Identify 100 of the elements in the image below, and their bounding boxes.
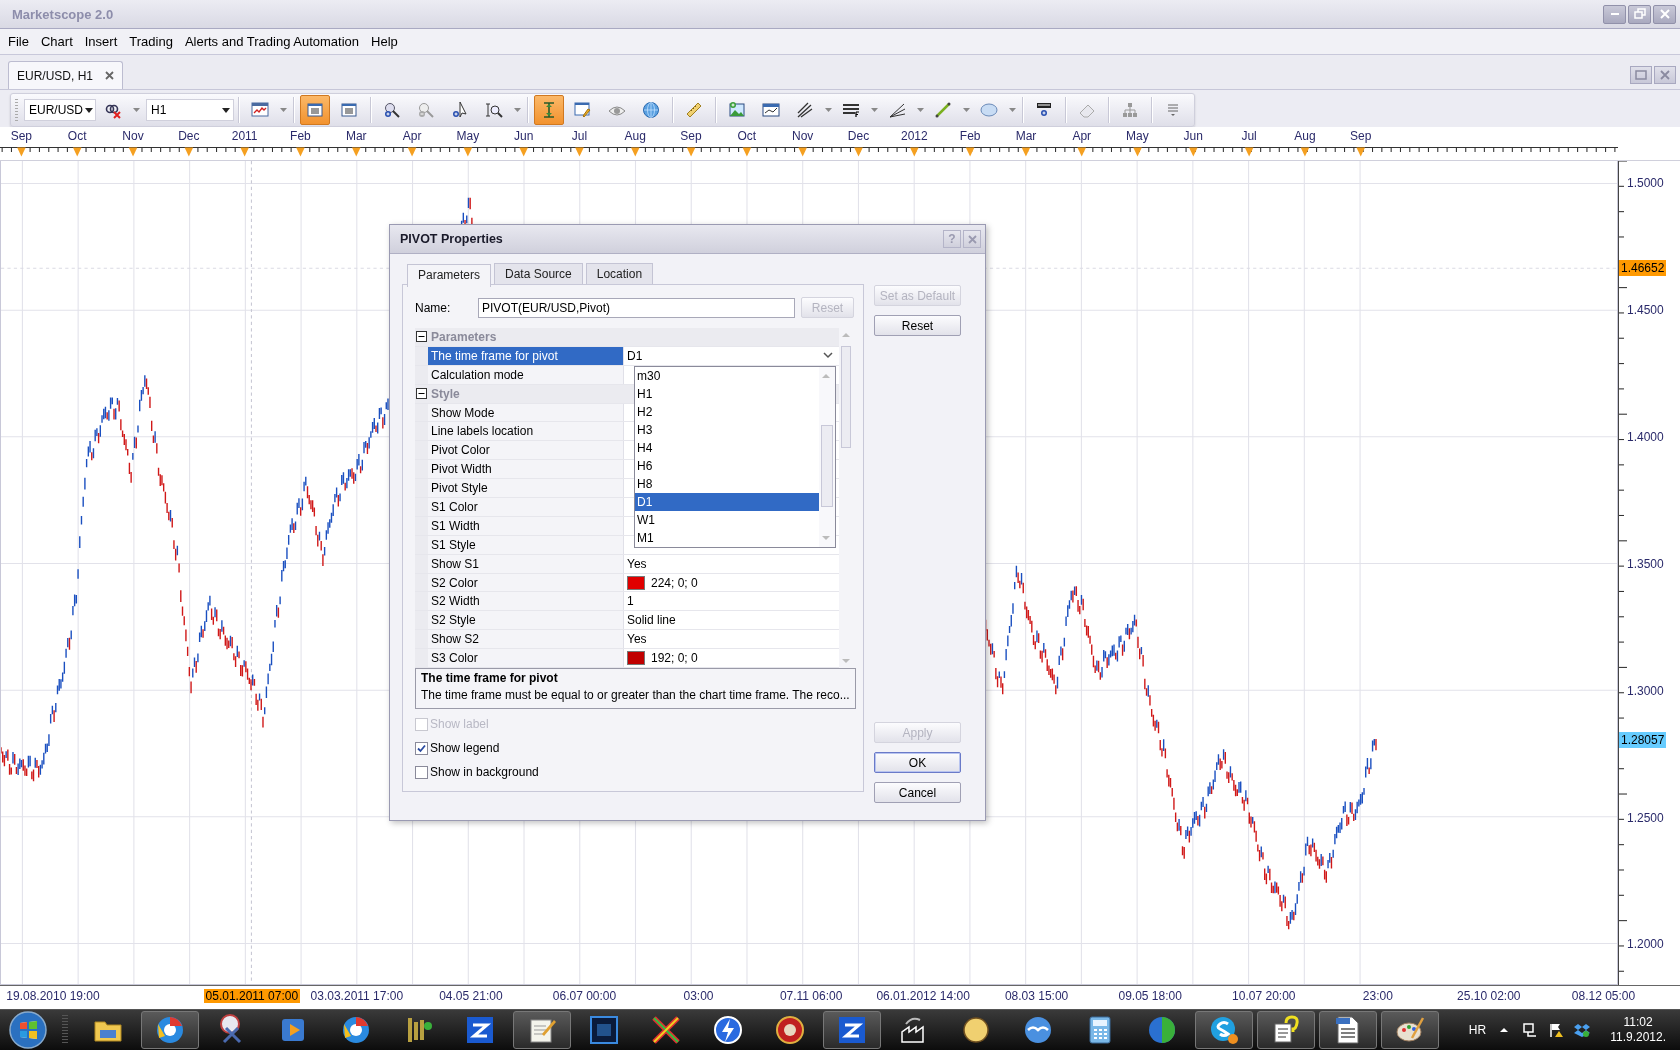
app-icon xyxy=(836,1014,868,1046)
notepad-taskbar-button[interactable] xyxy=(513,1011,571,1049)
dropdown-option[interactable]: H2 xyxy=(635,403,819,421)
language-indicator[interactable]: HR xyxy=(1468,1023,1487,1037)
property-label[interactable]: Pivot Style xyxy=(428,479,624,497)
dialog-button[interactable]: Cancel xyxy=(874,782,961,803)
property-value[interactable]: 1 xyxy=(627,594,634,609)
month-label: Jul xyxy=(571,129,588,143)
property-label[interactable]: Pivot Width xyxy=(428,460,624,479)
tab[interactable]: Location xyxy=(585,263,654,284)
palette-taskbar-button[interactable] xyxy=(1381,1011,1439,1049)
menu-item[interactable]: Alerts and Trading Automation xyxy=(178,32,366,51)
time-label: 06.01.2012 14:00 xyxy=(875,989,971,1003)
cursor-button[interactable] xyxy=(534,95,564,125)
dropdown-option[interactable]: H3 xyxy=(635,421,819,439)
ruler-icon xyxy=(685,101,703,119)
caret-icon xyxy=(132,108,140,112)
time-label: 03:00 xyxy=(682,989,715,1003)
month-label: Sep xyxy=(10,129,32,143)
menu-item[interactable]: Insert xyxy=(78,32,124,51)
window-icon xyxy=(762,101,780,119)
menu-item[interactable]: File xyxy=(2,32,35,51)
ellipse-icon xyxy=(980,101,998,119)
property-label[interactable]: Show S2 xyxy=(428,630,624,649)
dialog-button[interactable]: OK xyxy=(874,752,961,773)
seal-icon xyxy=(774,1014,806,1046)
fan-icon xyxy=(888,101,906,119)
close-button[interactable] xyxy=(1653,4,1676,24)
dropdown-option[interactable]: H8 xyxy=(635,475,819,493)
box-icon[interactable] xyxy=(1574,1022,1591,1038)
property-value[interactable]: D1 xyxy=(627,348,643,363)
close-icon[interactable] xyxy=(105,71,114,80)
dialog-title: PIVOT Properties xyxy=(400,232,504,246)
chat-icon xyxy=(1208,1014,1240,1046)
dropdown-option[interactable]: M1 xyxy=(635,529,819,547)
app-taskbar-button[interactable] xyxy=(823,1011,881,1049)
dropdown-option[interactable]: D1 xyxy=(635,493,819,511)
property-label[interactable]: Pivot Color xyxy=(428,441,624,460)
maximize-icon xyxy=(1634,69,1648,81)
property-value[interactable]: 224; 0; 0 xyxy=(651,575,698,590)
description-title: The time frame for pivot xyxy=(421,671,559,685)
property-value[interactable]: Yes xyxy=(627,556,647,571)
dropdown-option[interactable]: H4 xyxy=(635,439,819,457)
property-value[interactable]: Solid line xyxy=(627,613,676,628)
name-field[interactable]: PIVOT(EUR/USD,Pivot) xyxy=(478,297,795,318)
property-label[interactable]: Line labels location xyxy=(428,422,624,441)
month-label: Nov xyxy=(792,129,814,143)
fork-icon xyxy=(796,101,814,119)
minimize-icon xyxy=(1610,13,1619,15)
menu-item[interactable]: Trading xyxy=(123,32,179,51)
checkbox[interactable] xyxy=(415,765,428,779)
flag-icon[interactable] xyxy=(1548,1022,1565,1038)
panel-button[interactable] xyxy=(300,95,330,125)
arrows-icon xyxy=(650,1014,682,1046)
property-label[interactable]: S3 Color xyxy=(428,649,624,668)
property-value[interactable]: Yes xyxy=(627,632,647,647)
dropdown-option[interactable]: H6 xyxy=(635,457,819,475)
tab[interactable]: Parameters xyxy=(407,264,492,287)
caret-icon xyxy=(962,108,970,112)
property-label[interactable]: S2 Width xyxy=(428,592,624,611)
collapse-icon[interactable] xyxy=(416,331,427,343)
minimize-button[interactable] xyxy=(1603,4,1626,24)
property-label[interactable]: S2 Style xyxy=(428,611,624,630)
menu-item[interactable]: Help xyxy=(365,32,404,51)
dropdown-option[interactable]: W1 xyxy=(635,511,819,529)
dropdown-option[interactable]: H1 xyxy=(635,385,819,403)
caret-icon[interactable] xyxy=(823,352,833,360)
category-label: Parameters xyxy=(431,329,497,344)
tab[interactable]: Data Source xyxy=(494,263,583,284)
property-label[interactable]: S1 Color xyxy=(428,498,624,516)
document-tab[interactable]: EUR/USD, H1 xyxy=(8,61,123,89)
chat-taskbar-button[interactable] xyxy=(1195,1011,1253,1049)
close-icon xyxy=(1659,69,1671,81)
zoom-out-icon xyxy=(417,101,435,119)
document-taskbar-button[interactable] xyxy=(1319,1011,1377,1049)
chart-icon xyxy=(251,101,269,119)
caret-icon xyxy=(222,107,230,113)
restore-button[interactable] xyxy=(1628,4,1651,24)
scrollbar[interactable] xyxy=(819,367,835,547)
scroll-thumb[interactable] xyxy=(841,346,851,448)
month-label: Feb xyxy=(290,129,311,143)
month-label: Nov xyxy=(122,129,144,143)
menu-item[interactable]: Chart xyxy=(34,32,79,51)
browser-icon xyxy=(340,1014,372,1046)
dialog-button[interactable]: Reset xyxy=(874,315,961,336)
timeframe-dropdown[interactable]: H1 xyxy=(146,99,234,121)
month-label: Jun xyxy=(1183,129,1203,143)
property-value[interactable]: 192; 0; 0 xyxy=(651,651,698,666)
clock[interactable]: 11:02 11.9.2012. xyxy=(1610,1015,1666,1045)
caret-icon xyxy=(279,108,287,112)
close-button[interactable] xyxy=(1654,66,1676,84)
browser-taskbar-button[interactable] xyxy=(141,1011,199,1049)
checkbox[interactable] xyxy=(415,741,428,755)
collapse-icon[interactable] xyxy=(416,388,427,400)
scroll-thumb[interactable] xyxy=(821,425,833,507)
help-taskbar-button[interactable] xyxy=(1257,1011,1315,1049)
price-marker: 1.28057 xyxy=(1619,732,1667,749)
network-icon[interactable] xyxy=(1522,1022,1539,1038)
symbol-dropdown[interactable]: EUR/USD xyxy=(24,99,96,121)
dropdown-option[interactable]: m30 xyxy=(635,367,819,385)
